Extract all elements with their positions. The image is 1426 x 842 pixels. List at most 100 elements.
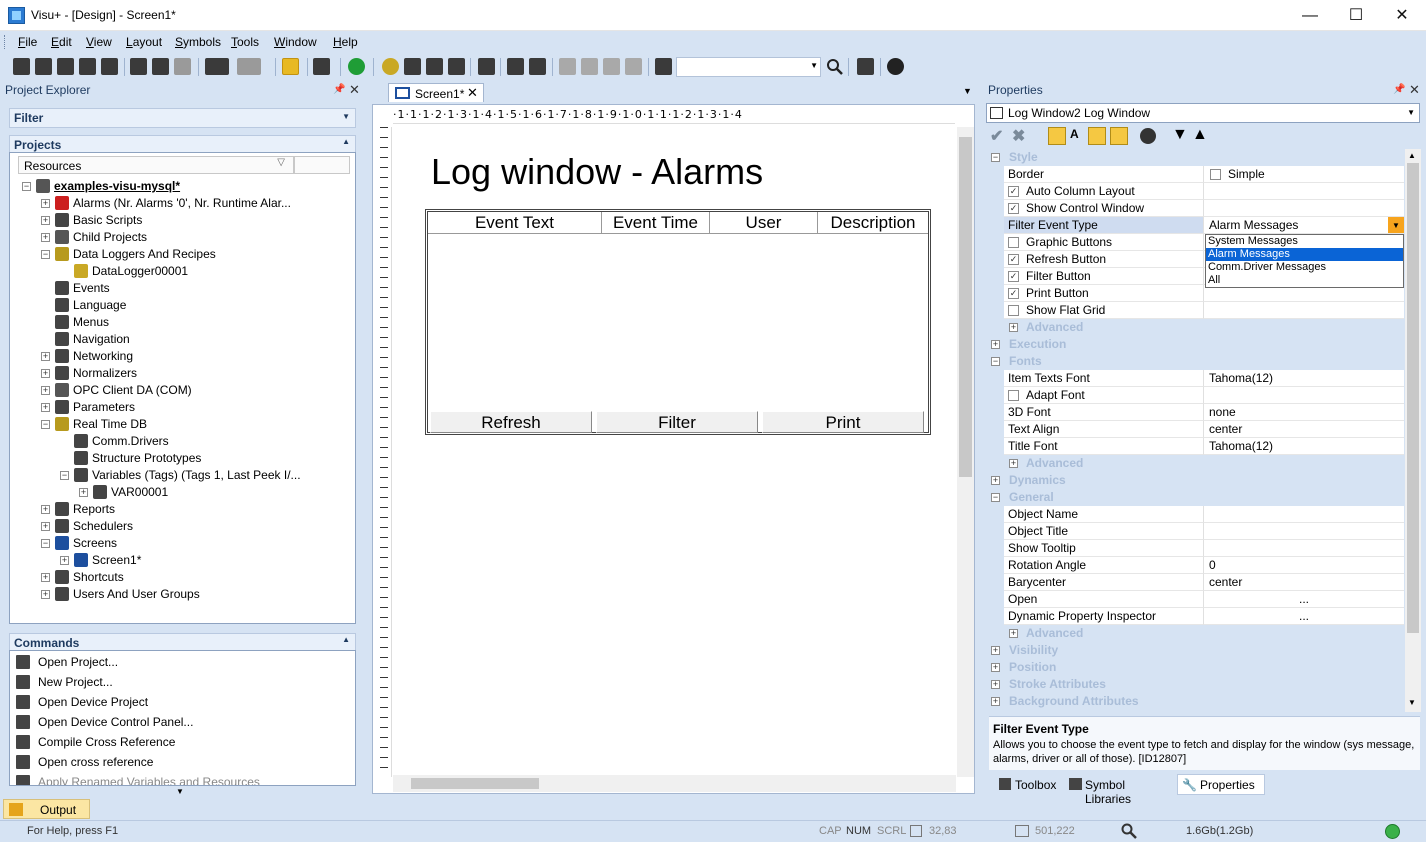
tree-item[interactable]: + Networking <box>10 348 350 365</box>
close-icon[interactable]: ✕ <box>349 82 360 98</box>
chevron-up-icon[interactable]: ▲ <box>342 635 350 644</box>
undo-icon[interactable] <box>205 58 229 75</box>
expand-icon[interactable]: + <box>1009 459 1018 468</box>
expand-icon[interactable]: + <box>41 590 50 599</box>
run-icon[interactable] <box>348 58 365 75</box>
tree-item[interactable]: − Real Time DB <box>10 416 350 433</box>
collapse-icon[interactable]: − <box>41 420 50 429</box>
menu-symbols[interactable]: Symbols <box>175 35 221 49</box>
check-project-icon[interactable] <box>448 58 465 75</box>
pin-icon[interactable]: 📌 <box>333 84 345 95</box>
property-checkbox[interactable]: ✓ <box>1008 254 1019 265</box>
expand-icon[interactable]: + <box>60 556 69 565</box>
chevron-up-icon[interactable]: ▲ <box>1408 151 1416 160</box>
expand-icon[interactable]: + <box>41 505 50 514</box>
expand-icon[interactable]: + <box>1009 629 1018 638</box>
close-document-icon[interactable] <box>57 58 74 75</box>
settings-gear-icon[interactable] <box>382 58 399 75</box>
filter-event-type-dropdown[interactable]: System Messages Alarm Messages Comm.Driver… <box>1205 234 1404 288</box>
chevron-down-icon[interactable]: ▼ <box>810 61 818 70</box>
close-icon[interactable]: ✕ <box>467 85 478 101</box>
property-row[interactable]: Dynamic Property Inspector... <box>1004 608 1404 625</box>
collapse-icon[interactable]: − <box>41 250 50 259</box>
column-description[interactable]: Description <box>818 212 928 234</box>
tree-item[interactable]: + Screen1* <box>10 552 350 569</box>
send-disabled-icon[interactable] <box>603 58 620 75</box>
scroll-thumb[interactable] <box>1407 163 1419 633</box>
property-group[interactable]: Stroke Attributes <box>1004 676 1404 693</box>
paste-icon[interactable] <box>174 58 191 75</box>
refresh-disabled-icon[interactable] <box>559 58 576 75</box>
chevron-down-icon[interactable]: ▼ <box>176 787 184 796</box>
property-group[interactable]: Fonts <box>1004 353 1404 370</box>
copy-icon[interactable] <box>152 58 169 75</box>
cross-reference-icon[interactable] <box>426 58 443 75</box>
tree-item[interactable]: DataLogger00001 <box>10 263 350 280</box>
tree-item[interactable]: Language <box>10 297 350 314</box>
command-item[interactable]: Compile Cross Reference <box>12 732 352 752</box>
print-button[interactable]: Print <box>762 411 924 433</box>
accept-icon[interactable]: ✔ <box>990 126 1003 146</box>
alphabetical-icon[interactable]: A <box>1070 127 1079 141</box>
expand-icon[interactable]: + <box>991 340 1000 349</box>
tree-item[interactable]: Events <box>10 280 350 297</box>
tree-item[interactable]: + Alarms (Nr. Alarms '0', Nr. Runtime Ala… <box>10 195 350 212</box>
tree-item[interactable]: + VAR00001 <box>10 484 350 501</box>
property-group[interactable]: Advanced <box>1004 319 1404 336</box>
tab-properties[interactable]: 🔧 Properties <box>1177 774 1265 795</box>
property-row[interactable]: Open... <box>1004 591 1404 608</box>
dropdown-option[interactable]: All <box>1206 274 1403 287</box>
menu-file[interactable]: File <box>18 35 37 49</box>
tree-item[interactable]: Navigation <box>10 331 350 348</box>
close-icon[interactable]: ✕ <box>1409 82 1420 98</box>
property-group[interactable]: Background Attributes <box>1004 693 1404 710</box>
tree-item[interactable]: + Shortcuts <box>10 569 350 586</box>
object-selector[interactable]: Log Window2 Log Window ▼ <box>986 103 1420 123</box>
tree-item[interactable]: Menus <box>10 314 350 331</box>
property-group[interactable]: General <box>1004 489 1404 506</box>
menu-help[interactable]: Help <box>333 35 358 49</box>
command-item[interactable]: Open Project... <box>12 652 352 672</box>
filter-button[interactable]: Filter <box>596 411 758 433</box>
projects-section[interactable]: Projects ▲ <box>9 135 356 152</box>
new-document-icon[interactable] <box>13 58 30 75</box>
property-row[interactable]: Title Font Tahoma(12) <box>1004 438 1404 455</box>
tree-item[interactable]: + Users And User Groups <box>10 586 350 603</box>
expand-icon[interactable]: + <box>41 522 50 531</box>
property-group[interactable]: Advanced <box>1004 455 1404 472</box>
commands-section[interactable]: Commands ▲ <box>9 633 356 650</box>
property-group[interactable]: Style <box>1004 149 1404 166</box>
output-tab[interactable]: Output <box>3 799 90 819</box>
window-icon[interactable] <box>507 58 524 75</box>
check-disabled-icon[interactable] <box>581 58 598 75</box>
collapse-icon[interactable]: − <box>991 493 1000 502</box>
expand-icon[interactable]: + <box>991 476 1000 485</box>
property-row[interactable]: Rotation Angle 0 <box>1004 557 1404 574</box>
close-button[interactable]: ✕ <box>1379 0 1425 31</box>
scroll-thumb[interactable] <box>959 137 972 477</box>
toolbar-search-input[interactable]: ▼ <box>676 57 821 77</box>
save-icon[interactable] <box>79 58 96 75</box>
property-pages-icon[interactable] <box>1088 127 1106 145</box>
property-checkbox[interactable] <box>1008 237 1019 248</box>
property-row[interactable]: Adapt Font <box>1004 387 1404 404</box>
menu-edit[interactable]: Edit <box>51 35 72 49</box>
filter-section[interactable]: Filter ▼ <box>9 108 356 128</box>
property-row[interactable]: Item Texts Font Tahoma(12) <box>1004 370 1404 387</box>
property-checkbox[interactable] <box>1008 390 1019 401</box>
property-group[interactable]: Execution <box>1004 336 1404 353</box>
chevron-down-icon[interactable]: ▼ <box>342 112 350 121</box>
column-event-text[interactable]: Event Text <box>428 212 602 234</box>
categorized-icon[interactable] <box>1048 127 1066 145</box>
dropdown-option[interactable]: System Messages <box>1206 235 1403 248</box>
open-icon[interactable] <box>35 58 52 75</box>
tree-item[interactable]: − Screens <box>10 535 350 552</box>
border-checkbox[interactable] <box>1210 169 1221 180</box>
property-checkbox[interactable]: ✓ <box>1008 271 1019 282</box>
design-canvas[interactable]: ·1·1·1·2·1·3·1·4·1·5·1·6·1·7·1·8·1·9·1·0… <box>372 104 975 794</box>
expand-icon[interactable]: + <box>991 663 1000 672</box>
chevron-down-icon[interactable]: ▼ <box>963 86 972 96</box>
chevron-up-icon[interactable]: ▲ <box>342 137 350 146</box>
find-document-icon[interactable] <box>655 58 672 75</box>
property-row[interactable]: Show Flat Grid <box>1004 302 1404 319</box>
